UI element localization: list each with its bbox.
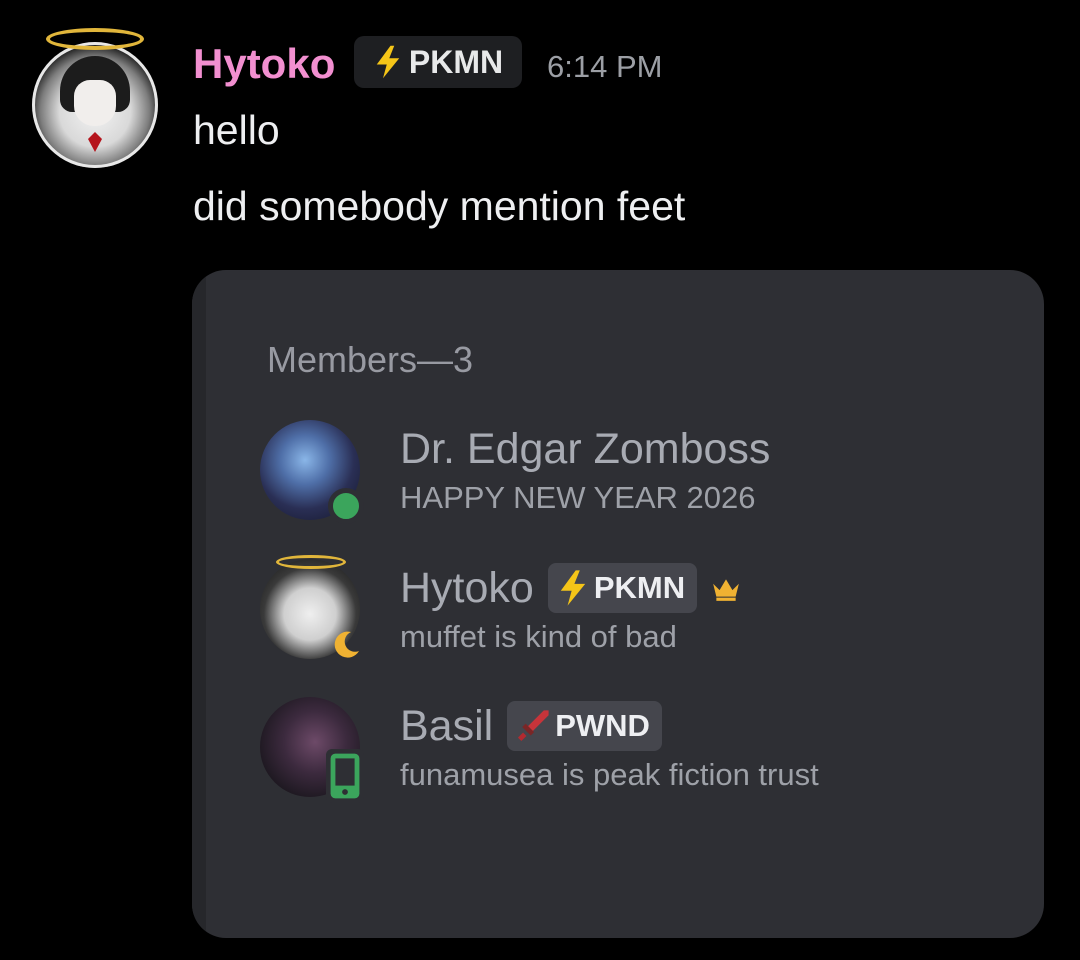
server-tag-badge[interactable]: PKMN <box>547 563 698 613</box>
server-tag-label: PKMN <box>593 570 686 605</box>
attached-image-member-list[interactable]: Members—3 Dr. Edgar Zomboss HAPPY NEW YE… <box>192 270 1044 938</box>
member-row[interactable]: Hytoko PKMN muffet is kind of bad <box>260 555 1020 669</box>
member-name: Basil <box>400 702 494 750</box>
lightning-bolt-icon <box>560 570 586 606</box>
members-header: Members—3 <box>267 339 474 380</box>
author-avatar[interactable] <box>32 28 158 168</box>
message-line-1: hello <box>193 107 280 153</box>
online-dot-icon <box>328 488 364 524</box>
member-row[interactable]: Dr. Edgar Zomboss HAPPY NEW YEAR 2026 <box>260 420 1020 530</box>
crown-icon <box>713 579 739 601</box>
mobile-phone-icon <box>326 749 364 803</box>
server-tag-label: PWND <box>555 708 650 743</box>
server-tag-label: PKMN <box>408 43 504 80</box>
author-username[interactable]: Hytoko <box>193 40 335 88</box>
member-name: Hytoko <box>400 564 534 612</box>
member-name: Dr. Edgar Zomboss <box>400 425 771 473</box>
member-row[interactable]: Basil PWND funamusea is peak fiction tru… <box>260 697 1020 807</box>
message-line-2: did somebody mention feet <box>193 183 686 229</box>
server-tag-badge[interactable]: PKMN <box>354 36 522 88</box>
sword-icon <box>518 710 549 742</box>
member-status-text: HAPPY NEW YEAR 2026 <box>400 480 756 515</box>
lightning-bolt-icon <box>376 45 400 79</box>
member-status-text: muffet is kind of bad <box>400 619 677 654</box>
message-timestamp: 6:14 PM <box>547 49 663 84</box>
server-tag-badge[interactable]: PWND <box>507 701 662 751</box>
halo-decoration-icon <box>46 28 144 50</box>
moon-icon <box>334 631 359 658</box>
member-status-text: funamusea is peak fiction trust <box>400 757 819 792</box>
discord-chat-view: Hytoko PKMN 6:14 PM hello did somebody m… <box>0 0 1080 960</box>
halo-decoration-icon <box>276 555 346 569</box>
